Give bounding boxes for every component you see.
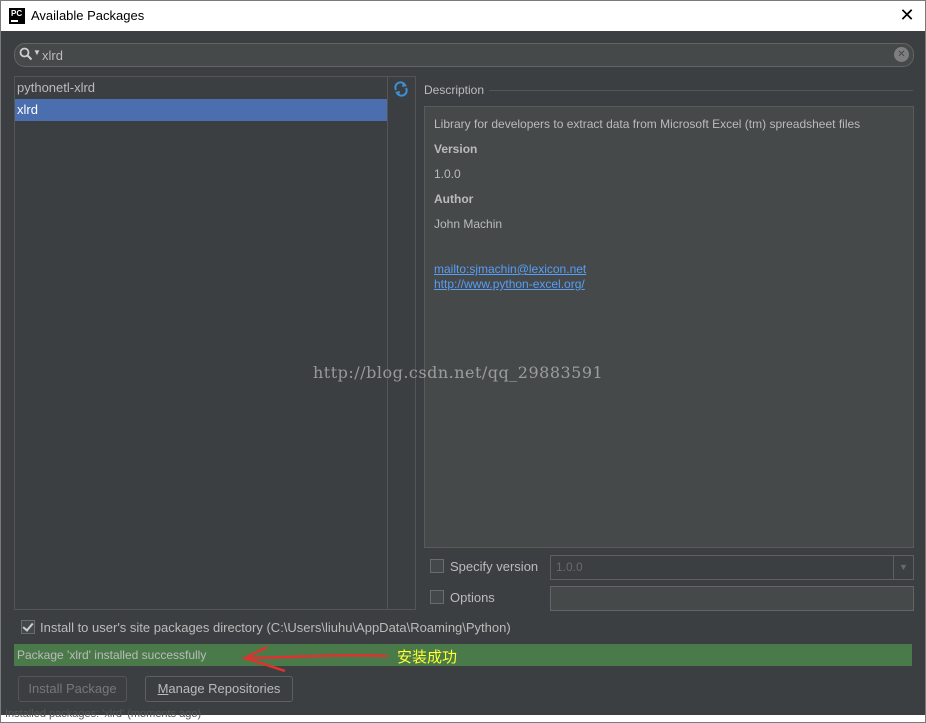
status-bar: Package 'xlrd' installed successfully 安装… — [14, 644, 912, 666]
watermark: http://blog.csdn.net/qq_29883591 — [313, 363, 604, 382]
background-status-text: Installed packages: 'xlrd' (moments ago) — [5, 708, 202, 720]
version-select[interactable]: 1.0.0 ▼ — [550, 555, 914, 580]
list-item[interactable]: pythonetl-xlrd — [15, 77, 388, 99]
clear-search-icon[interactable]: ✕ — [894, 47, 909, 62]
specify-version-checkbox[interactable] — [430, 559, 444, 573]
author-heading: Author — [434, 192, 474, 206]
list-item-selected[interactable]: xlrd — [15, 99, 388, 121]
available-packages-dialog: PC Available Packages ✕ ▼ ✕ pythonetl-xl… — [0, 0, 926, 723]
title-bar: PC Available Packages ✕ — [1, 1, 925, 31]
search-icon[interactable] — [19, 47, 33, 61]
version-heading: Version — [434, 142, 478, 156]
close-icon[interactable]: ✕ — [897, 5, 917, 25]
chevron-down-icon[interactable]: ▼ — [893, 556, 913, 579]
list-toolbar — [387, 76, 416, 610]
options-input[interactable] — [550, 586, 914, 611]
author-value: John Machin — [434, 217, 503, 231]
description-panel: Library for developers to extract data f… — [424, 106, 914, 548]
install-to-user-checkbox[interactable] — [21, 620, 35, 634]
version-select-value: 1.0.0 — [556, 560, 583, 574]
specify-version-label: Specify version — [450, 559, 539, 574]
options-checkbox[interactable] — [430, 590, 444, 604]
homepage-link[interactable]: http://www.python-excel.org/ — [434, 277, 585, 291]
package-summary: Library for developers to extract data f… — [434, 117, 861, 131]
annotation-arrow-icon — [241, 646, 388, 672]
package-list[interactable]: pythonetl-xlrd xlrd — [14, 76, 388, 610]
author-email-link[interactable]: mailto:sjmachin@lexicon.net — [434, 262, 586, 276]
search-box[interactable]: ▼ ✕ — [14, 43, 914, 67]
window-title: Available Packages — [31, 8, 145, 23]
background-window-strip: Installed packages: 'xlrd' (moments ago) — [1, 708, 925, 722]
pycharm-icon: PC — [9, 8, 25, 24]
manage-repositories-button[interactable]: Manage Repositories — [145, 676, 293, 702]
install-to-user-label: Install to user's site packages director… — [40, 620, 511, 635]
refresh-icon[interactable] — [393, 81, 409, 97]
description-label: Description — [424, 83, 485, 97]
search-input[interactable] — [40, 45, 884, 65]
options-label: Options — [450, 590, 495, 605]
install-package-button[interactable]: Install Package — [18, 676, 127, 702]
annotation-text: 安装成功 — [397, 648, 458, 666]
description-separator — [489, 90, 913, 91]
status-message: Package 'xlrd' installed successfully — [17, 648, 207, 662]
version-value: 1.0.0 — [434, 167, 461, 181]
